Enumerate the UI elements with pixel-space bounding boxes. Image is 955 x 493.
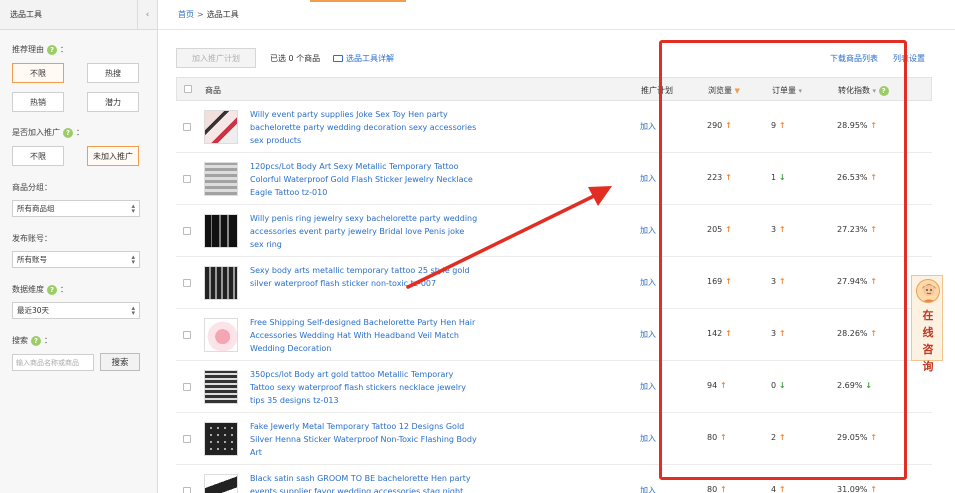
product-title-link[interactable]: Fake Jewerly Metal Temporary Tattoo 12 D… xyxy=(250,420,478,459)
breadcrumb-home[interactable]: 首页 xyxy=(178,9,194,20)
consultant-avatar-icon xyxy=(916,279,940,303)
joined-option-not-joined[interactable]: 未加入推广 xyxy=(87,146,139,166)
row-checkbox[interactable] xyxy=(183,279,191,287)
guide-link-text: 选品工具详解 xyxy=(346,54,394,63)
product-thumbnail[interactable] xyxy=(204,266,238,300)
group-label: 商品分组： xyxy=(12,183,52,192)
breadcrumb-separator: > xyxy=(197,10,204,19)
book-icon xyxy=(333,55,343,62)
add-to-plan-button[interactable]: 加入推广计划 xyxy=(176,48,256,68)
group-select-value: 所有商品组 xyxy=(17,204,55,213)
reason-option-hot-search[interactable]: 热搜 xyxy=(87,63,139,83)
product-thumbnail[interactable] xyxy=(204,422,238,456)
breadcrumb: 首页 > 选品工具 xyxy=(158,0,955,30)
product-title-link[interactable]: Free Shipping Self-designed Bachelorette… xyxy=(250,316,478,355)
product-thumbnail[interactable] xyxy=(204,110,238,144)
dimension-select[interactable]: 最近30天 ▴ ▾ xyxy=(12,302,140,319)
joined-text: 是否加入推广 xyxy=(12,128,60,137)
product-thumbnail[interactable] xyxy=(204,474,238,493)
sidebar-header: 选品工具 ‹ xyxy=(0,0,157,30)
account-label: 发布账号： xyxy=(12,234,52,243)
conversion-cell-value: 31.09% xyxy=(837,485,868,493)
breadcrumb-current: 选品工具 xyxy=(206,10,239,19)
joined-option-any[interactable]: 不限 xyxy=(12,146,64,166)
reason-option-potential[interactable]: 潜力 xyxy=(87,92,139,112)
join-plan-link[interactable]: 加入 xyxy=(640,485,656,493)
row-checkbox[interactable] xyxy=(183,487,191,493)
join-plan-link[interactable]: 加入 xyxy=(640,121,656,132)
product-title-link[interactable]: Willy event party supplies Joke Sex Toy … xyxy=(250,108,478,147)
reason-option-hot-sale[interactable]: 热销 xyxy=(12,92,64,112)
guide-link[interactable]: 选品工具详解 xyxy=(333,53,394,64)
search-input[interactable]: 输入商品名称或商品 xyxy=(12,354,94,371)
chevron-left-icon[interactable]: ‹ xyxy=(137,0,157,30)
product-thumbnail[interactable] xyxy=(204,214,238,248)
row-checkbox[interactable] xyxy=(183,331,191,339)
dimension-text: 数据维度 xyxy=(12,285,44,294)
trend-up-icon: ↑ xyxy=(717,485,727,493)
join-plan-link[interactable]: 加入 xyxy=(640,277,656,288)
select-caret-icon: ▴ ▾ xyxy=(131,202,135,215)
product-thumbnail[interactable] xyxy=(204,162,238,196)
row-checkbox[interactable] xyxy=(183,175,191,183)
search-label: 搜索 ?： xyxy=(12,335,52,346)
select-caret-icon: ▴ ▾ xyxy=(131,304,135,317)
group-select[interactable]: 所有商品组 ▴ ▾ xyxy=(12,200,140,217)
join-plan-link[interactable]: 加入 xyxy=(640,173,656,184)
joined-label: 是否加入推广 ?： xyxy=(12,127,84,138)
help-icon[interactable]: ? xyxy=(63,127,73,138)
views-cell: 80 ↑ xyxy=(707,485,727,493)
recommend-reason-text: 推荐理由 xyxy=(12,45,44,54)
product-thumbnail[interactable] xyxy=(204,370,238,404)
row-checkbox[interactable] xyxy=(183,435,191,443)
conversion-cell: 31.09% ↑ xyxy=(837,485,877,493)
search-button[interactable]: 搜索 xyxy=(100,353,140,371)
views-cell-value: 80 xyxy=(707,485,718,493)
trend-up-icon: ↑ xyxy=(776,485,786,493)
filter-sidebar: 选品工具 ‹ 推荐理由 ?： 不限 热搜 热销 潜力 是否加入推广 ?： 不限 … xyxy=(0,0,158,493)
page-root: 选品工具 ‹ 推荐理由 ?： 不限 热搜 热销 潜力 是否加入推广 ?： 不限 … xyxy=(0,0,955,493)
product-title-link[interactable]: Willy penis ring jewelry sexy bacheloret… xyxy=(250,212,478,251)
sidebar-title: 选品工具 xyxy=(10,10,42,19)
join-plan-link[interactable]: 加入 xyxy=(640,225,656,236)
recommend-reason-label: 推荐理由 ?： xyxy=(12,44,68,55)
row-checkbox[interactable] xyxy=(183,227,191,235)
select-caret-icon: ▴ ▾ xyxy=(131,253,135,266)
header-product: 商品 xyxy=(205,86,221,95)
orders-cell: 4 ↑ xyxy=(771,485,786,493)
account-select-value: 所有账号 xyxy=(17,255,47,264)
join-plan-link[interactable]: 加入 xyxy=(640,329,656,340)
trend-up-icon: ↑ xyxy=(867,485,878,493)
product-title-link[interactable]: Black satin sash GROOM TO BE bachelorett… xyxy=(250,472,478,493)
select-all-checkbox[interactable] xyxy=(184,85,192,93)
top-accent-bar xyxy=(310,0,406,2)
account-select[interactable]: 所有账号 ▴ ▾ xyxy=(12,251,140,268)
help-icon[interactable]: ? xyxy=(31,335,41,346)
product-title-link[interactable]: Sexy body arts metallic temporary tattoo… xyxy=(250,264,478,290)
search-placeholder: 输入商品名称或商品 xyxy=(16,358,79,367)
reason-option-any[interactable]: 不限 xyxy=(12,63,64,83)
row-checkbox[interactable] xyxy=(183,383,191,391)
dimension-select-value: 最近30天 xyxy=(17,306,50,315)
join-plan-link[interactable]: 加入 xyxy=(640,433,656,444)
selected-count: 已选 0 个商品 xyxy=(270,54,321,63)
product-title-link[interactable]: 350pcs/lot Body art gold tattoo Metallic… xyxy=(250,368,478,407)
join-plan-link[interactable]: 加入 xyxy=(640,381,656,392)
search-text: 搜索 xyxy=(12,336,28,345)
product-title-link[interactable]: 120pcs/Lot Body Art Sexy Metallic Tempor… xyxy=(250,160,478,199)
row-checkbox[interactable] xyxy=(183,123,191,131)
help-icon[interactable]: ? xyxy=(47,284,57,295)
help-icon[interactable]: ? xyxy=(47,44,57,55)
online-consult-widget[interactable]: 在线咨询 xyxy=(911,275,943,373)
dimension-label: 数据维度 ?： xyxy=(12,284,68,295)
product-thumbnail[interactable] xyxy=(204,318,238,352)
consult-text: 在线咨询 xyxy=(922,309,934,373)
highlight-box xyxy=(659,40,907,480)
